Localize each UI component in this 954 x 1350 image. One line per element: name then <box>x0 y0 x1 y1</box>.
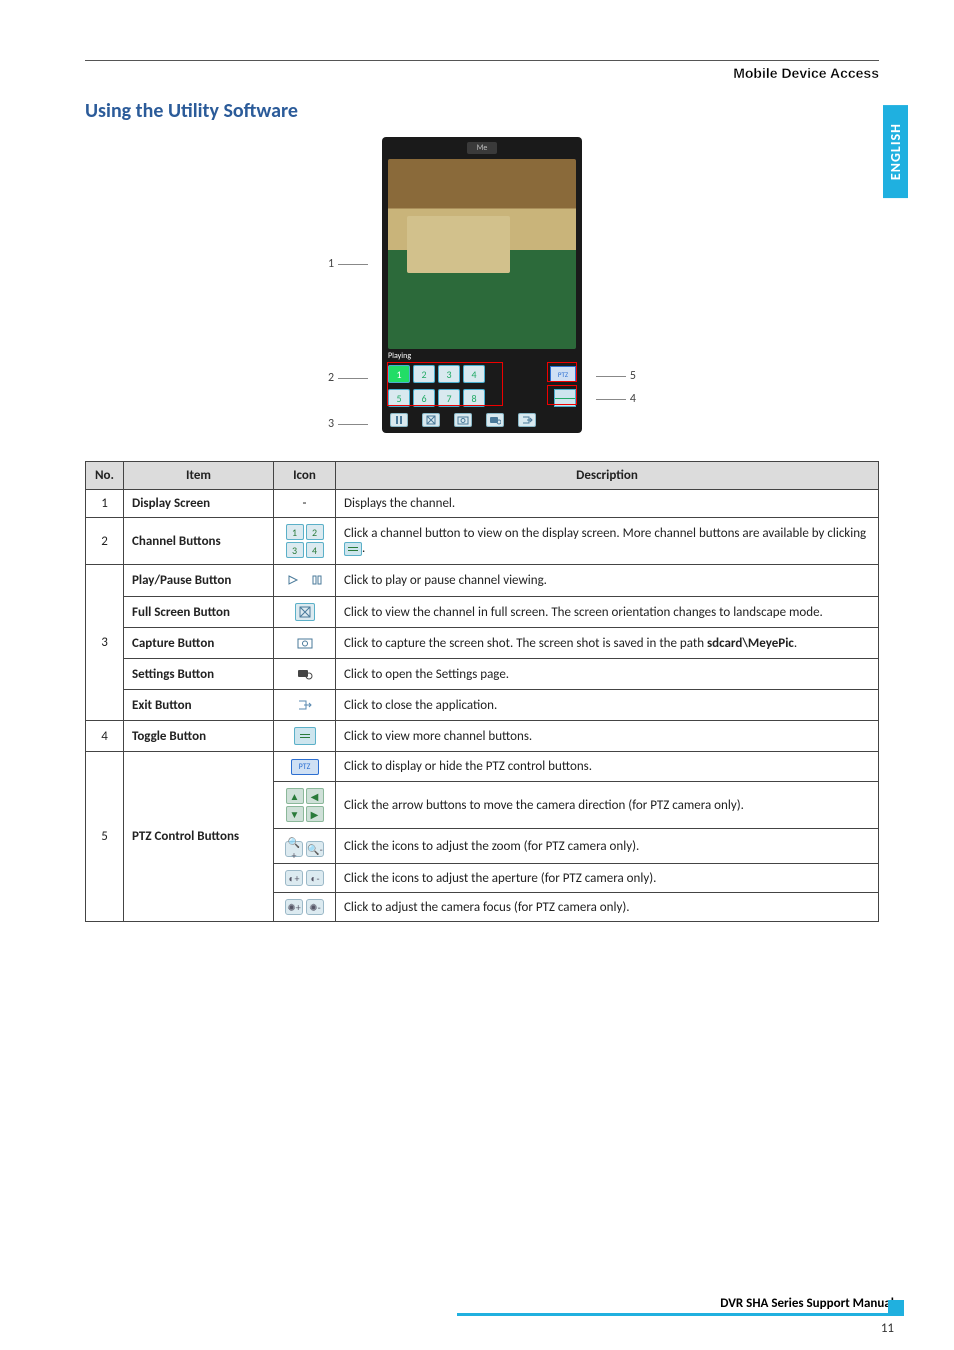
th-desc: Description <box>336 462 879 490</box>
cell-icon: - <box>274 490 336 518</box>
ptz-icon: PTZ <box>291 759 319 775</box>
cell-desc: Click to capture the screen shot. The sc… <box>336 628 879 659</box>
cell-icon <box>274 690 336 721</box>
callout-box-toggle <box>547 385 577 405</box>
page-footer: DVR SHA Series Support Manual <box>85 1296 894 1316</box>
cell-item: Settings Button <box>124 659 274 690</box>
toggle-icon-inline <box>344 542 362 556</box>
cell-icon <box>274 597 336 628</box>
table-row: Exit Button Click to close the applicati… <box>86 690 879 721</box>
cell-desc: Click to display or hide the PTZ control… <box>336 752 879 782</box>
th-no: No. <box>86 462 124 490</box>
section-heading: Using the Utility Software <box>85 99 879 123</box>
exit-icon[interactable] <box>518 413 536 427</box>
cell-icon <box>274 721 336 752</box>
footer-corner-accent <box>888 1300 904 1316</box>
cell-item: Full Screen Button <box>124 597 274 628</box>
th-icon: Icon <box>274 462 336 490</box>
page-number: 11 <box>881 1321 894 1336</box>
phone-video-area <box>388 159 576 349</box>
callout-1: 1 <box>328 257 372 271</box>
header-section-label: Mobile Device Access <box>85 65 879 81</box>
cell-icon <box>274 659 336 690</box>
table-row: Full Screen Button Click to view the cha… <box>86 597 879 628</box>
cell-no: 4 <box>86 721 124 752</box>
cell-item: Toggle Button <box>124 721 274 752</box>
cell-item: Exit Button <box>124 690 274 721</box>
toolbar-row <box>388 411 576 429</box>
cell-desc: Click to close the application. <box>336 690 879 721</box>
ptz-focus-icon: ✺+✺- <box>285 899 324 915</box>
cell-desc: Click the icons to adjust the aperture (… <box>336 864 879 893</box>
cell-no: 3 <box>86 565 124 721</box>
capture-icon <box>295 634 315 652</box>
cell-desc: Click the icons to adjust the zoom (for … <box>336 829 879 864</box>
table-row: 5 PTZ Control Buttons PTZ Click to displ… <box>86 752 879 782</box>
cell-no: 5 <box>86 752 124 922</box>
cell-item: Play/Pause Button <box>124 565 274 597</box>
footer-manual-title: DVR SHA Series Support Manual <box>85 1296 894 1311</box>
table-row: Capture Button Click to capture the scre… <box>86 628 879 659</box>
cell-no: 1 <box>86 490 124 518</box>
cell-icon: 12 34 <box>274 518 336 565</box>
phone-mockup: Me Playing 1 2 3 4 PTZ 5 6 7 8 <box>382 137 582 433</box>
cell-icon: ✺+✺- <box>274 893 336 922</box>
footer-accent-line <box>457 1313 894 1316</box>
cell-icon: ▲◀▼▶ <box>274 782 336 829</box>
capture-icon[interactable] <box>454 413 472 427</box>
phone-title: Me <box>467 142 498 154</box>
fullscreen-icon <box>295 603 315 621</box>
callout-3: 3 <box>328 417 372 431</box>
settings-icon <box>295 665 315 683</box>
cell-desc: Click to view more channel buttons. <box>336 721 879 752</box>
table-row: 2 Channel Buttons 12 34 Click a channel … <box>86 518 879 565</box>
cell-item: Display Screen <box>124 490 274 518</box>
reference-table: No. Item Icon Description 1 Display Scre… <box>85 461 879 922</box>
th-item: Item <box>124 462 274 490</box>
cell-icon <box>274 565 336 597</box>
table-row: 1 Display Screen - Displays the channel. <box>86 490 879 518</box>
settings-icon[interactable] <box>486 413 504 427</box>
ptz-zoom-icon: 🔍+🔍- <box>285 841 324 857</box>
cell-icon: ◐+◐- <box>274 864 336 893</box>
ptz-aperture-icon: ◐+◐- <box>285 870 324 886</box>
cell-desc: Click to open the Settings page. <box>336 659 879 690</box>
play-pause-icon[interactable] <box>390 413 408 427</box>
annotated-screenshot: Me Playing 1 2 3 4 PTZ 5 6 7 8 <box>362 137 602 433</box>
cell-no: 2 <box>86 518 124 565</box>
cell-desc: Click to adjust the camera focus (for PT… <box>336 893 879 922</box>
cell-icon: PTZ <box>274 752 336 782</box>
cell-icon <box>274 628 336 659</box>
table-row: 3 Play/Pause Button Click to play or pau… <box>86 565 879 597</box>
toggle-icon <box>294 727 316 745</box>
phone-status-text: Playing <box>388 351 411 361</box>
channel-buttons-icon: 12 34 <box>286 524 324 558</box>
callout-box-channels <box>387 362 503 406</box>
cell-desc: Click the arrow buttons to move the came… <box>336 782 879 829</box>
cell-desc: Click to play or pause channel viewing. <box>336 565 879 597</box>
cell-desc: Click a channel button to view on the di… <box>336 518 879 565</box>
ptz-arrows-icon: ▲◀▼▶ <box>286 788 324 822</box>
cell-desc: Displays the channel. <box>336 490 879 518</box>
language-tab: ENGLISH <box>883 105 908 198</box>
cell-item: PTZ Control Buttons <box>124 752 274 922</box>
callout-5: 5 <box>592 369 636 383</box>
callout-2: 2 <box>328 371 372 385</box>
phone-titlebar: Me <box>382 141 582 155</box>
table-header-row: No. Item Icon Description <box>86 462 879 490</box>
fullscreen-icon[interactable] <box>422 413 440 427</box>
cell-desc: Click to view the channel in full screen… <box>336 597 879 628</box>
cell-icon: 🔍+🔍- <box>274 829 336 864</box>
play-pause-icon <box>283 571 327 589</box>
header-rule <box>85 60 879 61</box>
cell-item: Capture Button <box>124 628 274 659</box>
cell-item: Channel Buttons <box>124 518 274 565</box>
table-row: 4 Toggle Button Click to view more chann… <box>86 721 879 752</box>
table-row: Settings Button Click to open the Settin… <box>86 659 879 690</box>
callout-4: 4 <box>592 392 636 406</box>
callout-box-ptz <box>547 362 577 382</box>
exit-icon <box>295 696 315 714</box>
